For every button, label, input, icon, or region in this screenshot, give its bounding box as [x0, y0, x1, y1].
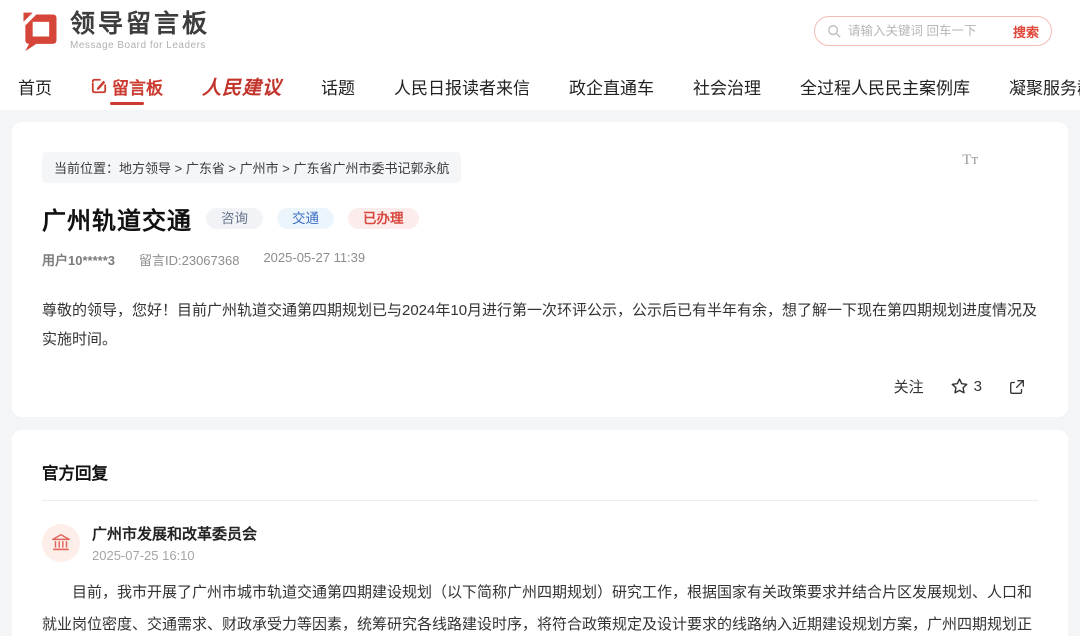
logo-title: 领导留言板 — [70, 12, 210, 37]
search-icon — [827, 24, 841, 38]
nav-item-readers-letters[interactable]: 人民日报读者来信 — [394, 62, 530, 110]
nav-item-home[interactable]: 首页 — [18, 62, 52, 110]
nav-item-message-board[interactable]: 留言板 — [91, 62, 163, 110]
share-icon — [1008, 378, 1026, 396]
post-body: 尊敬的领导，您好！目前广州轨道交通第四期规划已与2024年10月进行第一次环评公… — [42, 297, 1038, 354]
reply-body: 目前，我市开展了广州市城市轨道交通第四期建设规划（以下简称广州四期规划）研究工作… — [42, 577, 1038, 636]
tag-domain: 交通 — [277, 208, 334, 230]
logo-subtitle: Message Board for Leaders — [70, 41, 210, 51]
nav-item-gov-enterprise[interactable]: 政企直通车 — [569, 62, 654, 110]
reply-date: 2025-07-25 16:10 — [92, 548, 257, 563]
post-date: 2025-05-27 11:39 — [263, 250, 365, 269]
site-header: 领导留言板 Message Board for Leaders 搜索 — [0, 0, 1080, 62]
logo-icon — [18, 9, 62, 53]
post-message-id: 留言ID:23067368 — [139, 250, 239, 269]
status-badge: 已办理 — [348, 208, 419, 230]
breadcrumb[interactable]: 当前位置：地方领导 > 广东省 > 广州市 > 广东省广州市委书记郭永航 — [42, 152, 461, 183]
post-user: 用户10*****3 — [42, 250, 115, 269]
star-button[interactable]: 3 — [950, 377, 982, 396]
nav-item-topics[interactable]: 话题 — [321, 62, 355, 110]
tag-category: 咨询 — [206, 208, 263, 230]
official-reply-card: 官方回复 广州市发展和改革委员会 2025-07-25 16:10 目前，我市开… — [12, 430, 1068, 636]
nav-item-label: 留言板 — [112, 74, 163, 99]
nav-item-social-governance[interactable]: 社会治理 — [693, 62, 761, 110]
follow-button[interactable]: 关注 — [894, 376, 924, 397]
edit-pencil-icon — [91, 78, 107, 94]
star-count: 3 — [974, 378, 982, 395]
post-card: 当前位置：地方领导 > 广东省 > 广州市 > 广东省广州市委书记郭永航 Tт … — [12, 122, 1068, 417]
search-button[interactable]: 搜索 — [1007, 22, 1039, 41]
reply-paragraph: 目前，我市开展了广州市城市轨道交通第四期建设规划（以下简称广州四期规划）研究工作… — [42, 577, 1038, 636]
nav-item-serve-masses[interactable]: 凝聚服务群众 — [1009, 62, 1080, 110]
nav-item-peoples-suggestions[interactable]: 人民建议 — [202, 62, 282, 110]
search-box: 搜索 — [814, 16, 1052, 46]
share-button[interactable] — [1008, 378, 1026, 396]
avatar — [42, 524, 80, 562]
main-content: 当前位置：地方领导 > 广东省 > 广州市 > 广东省广州市委书记郭永航 Tт … — [0, 110, 1080, 636]
reply-org-name: 广州市发展和改革委员会 — [92, 523, 257, 544]
nav-item-democracy-cases[interactable]: 全过程人民民主案例库 — [800, 62, 970, 110]
site-logo[interactable]: 领导留言板 Message Board for Leaders — [18, 9, 210, 53]
main-nav: 首页 留言板 人民建议 话题 人民日报读者来信 政企直通车 社会治理 全过程人民… — [0, 62, 1080, 110]
page-title: 广州轨道交通 — [42, 201, 192, 236]
official-reply-title: 官方回复 — [42, 460, 1038, 501]
government-building-icon — [50, 532, 72, 554]
search-input[interactable] — [848, 24, 1007, 38]
font-size-icon[interactable]: Tт — [962, 152, 978, 169]
star-icon — [950, 377, 969, 396]
